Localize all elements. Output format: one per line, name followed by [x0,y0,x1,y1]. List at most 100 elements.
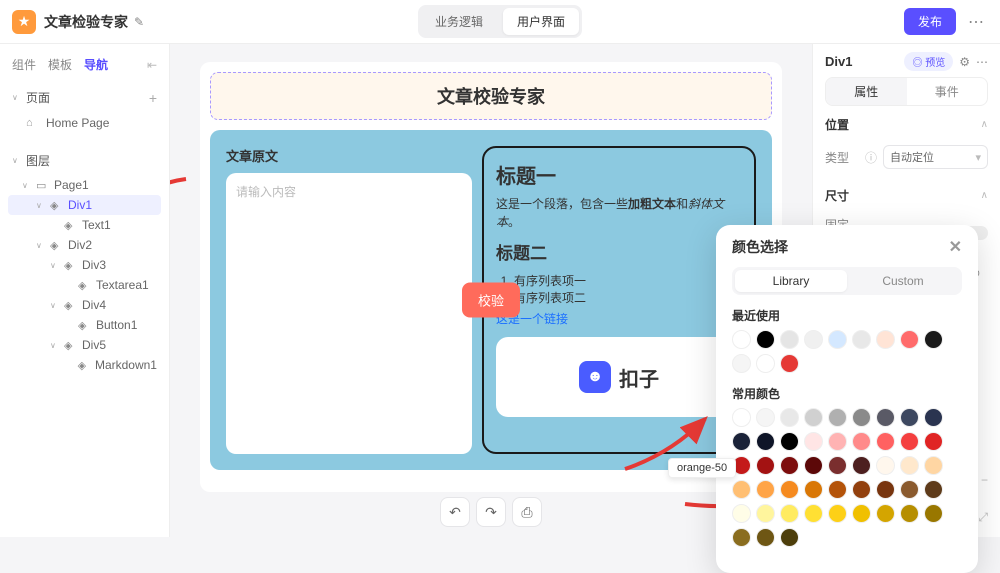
color-swatch[interactable] [732,504,751,523]
color-swatch[interactable] [900,480,919,499]
color-swatch[interactable] [732,528,751,547]
color-swatch[interactable] [780,408,799,427]
redo-button[interactable]: ↷ [476,497,506,527]
color-swatch[interactable] [756,408,775,427]
color-swatch[interactable] [780,528,799,547]
color-swatch[interactable] [828,408,847,427]
color-swatch[interactable] [852,456,871,475]
div3-element[interactable]: 文章原文 请输入内容 [226,146,472,454]
more-menu-icon[interactable]: ⋯ [964,8,988,36]
sl-tab-nav[interactable]: 导航 [84,56,108,73]
collapse-sidebar-icon[interactable]: ⇤ [147,58,157,72]
tree-div3[interactable]: ∨◈Div3 [8,255,161,275]
color-swatch[interactable] [900,408,919,427]
export-button[interactable]: ⎙ [512,497,542,527]
color-swatch[interactable] [756,432,775,451]
color-swatch[interactable] [804,408,823,427]
color-swatch[interactable] [780,480,799,499]
color-swatch[interactable] [900,504,919,523]
color-swatch[interactable] [852,408,871,427]
color-swatch[interactable] [924,330,943,349]
sl-tab-templates[interactable]: 模板 [48,56,72,73]
color-swatch[interactable] [804,432,823,451]
color-swatch[interactable] [732,330,751,349]
color-swatch[interactable] [732,432,751,451]
color-swatch[interactable] [828,504,847,523]
color-swatch[interactable] [876,456,895,475]
color-swatch[interactable] [924,432,943,451]
edit-title-icon[interactable]: ✎ [134,15,144,29]
color-swatch[interactable] [756,504,775,523]
cp-tab-custom[interactable]: Custom [847,270,959,292]
preview-link[interactable]: 这是一个链接 [496,310,742,327]
settings-icon[interactable]: ⚙ [959,55,970,69]
color-swatch[interactable] [924,408,943,427]
div2-element[interactable]: 文章原文 请输入内容 校验 标题一 这是一个段落，包含一些加粗文本和斜体文本。 … [210,130,772,470]
preview-badge[interactable]: ◎ 预览 [904,52,953,71]
color-swatch[interactable] [852,432,871,451]
tab-user-interface[interactable]: 用户界面 [503,8,579,35]
color-swatch[interactable] [900,330,919,349]
color-swatch[interactable] [876,432,895,451]
color-swatch[interactable] [804,504,823,523]
textarea-input[interactable]: 请输入内容 [226,173,472,454]
color-swatch[interactable] [780,504,799,523]
tree-div4[interactable]: ∨◈Div4 [8,295,161,315]
tree-text1[interactable]: ◈Text1 [8,215,161,235]
color-swatch[interactable] [732,354,751,373]
color-swatch[interactable] [852,504,871,523]
color-swatch[interactable] [828,432,847,451]
color-swatch[interactable] [756,456,775,475]
color-swatch[interactable] [828,330,847,349]
close-icon[interactable]: ✕ [949,237,962,257]
tree-page1[interactable]: ∨▭Page1 [8,175,161,195]
info-icon[interactable]: ⓘ [865,149,877,166]
color-swatch[interactable] [756,528,775,547]
color-swatch[interactable] [780,456,799,475]
undo-button[interactable]: ↶ [440,497,470,527]
tree-div2[interactable]: ∨◈Div2 [8,235,161,255]
tab-biz-logic[interactable]: 业务逻辑 [421,8,497,35]
color-swatch[interactable] [780,330,799,349]
color-swatch[interactable] [828,456,847,475]
page-home[interactable]: ⌂ Home Page [8,112,161,134]
color-swatch[interactable] [924,504,943,523]
color-swatch[interactable] [828,480,847,499]
tab-events[interactable]: 事件 [907,78,988,105]
color-swatch[interactable] [780,354,799,373]
color-swatch[interactable] [804,480,823,499]
tree-div1[interactable]: ∨◈Div1 [8,195,161,215]
pages-section-header[interactable]: ∨页面 + [8,83,161,112]
color-swatch[interactable] [852,330,871,349]
publish-button[interactable]: 发布 [904,8,956,35]
remove-bg-icon[interactable]: − [981,473,988,487]
tab-properties[interactable]: 属性 [826,78,907,105]
color-swatch[interactable] [924,480,943,499]
color-swatch[interactable] [924,456,943,475]
tree-textarea1[interactable]: ◈Textarea1 [8,275,161,295]
color-swatch[interactable] [756,354,775,373]
cp-tab-library[interactable]: Library [735,270,847,292]
color-swatch[interactable] [900,456,919,475]
canvas[interactable]: 文章校验专家 文章原文 请输入内容 校验 标题一 这是一个段落，包含一些加粗文本… [200,62,782,492]
color-swatch[interactable] [780,432,799,451]
color-swatch[interactable] [876,504,895,523]
add-page-icon[interactable]: + [149,90,157,106]
expand-radius-icon[interactable]: ⤢ [978,510,988,525]
color-swatch[interactable] [756,480,775,499]
color-swatch[interactable] [852,480,871,499]
color-swatch[interactable] [900,432,919,451]
color-swatch[interactable] [876,330,895,349]
color-swatch[interactable] [876,480,895,499]
color-swatch[interactable] [756,330,775,349]
more-icon[interactable]: ⋯ [976,55,988,69]
sl-tab-components[interactable]: 组件 [12,56,36,73]
color-swatch[interactable] [732,480,751,499]
tree-button1[interactable]: ◈Button1 [8,315,161,335]
layers-section-header[interactable]: ∨图层 [8,146,161,175]
div5-markdown-preview[interactable]: 标题一 这是一个段落，包含一些加粗文本和斜体文本。 标题二 有序列表项一 有序列… [482,146,756,454]
div1-element[interactable]: 文章校验专家 [210,72,772,120]
color-swatch[interactable] [876,408,895,427]
tree-div5[interactable]: ∨◈Div5 [8,335,161,355]
color-swatch[interactable] [804,456,823,475]
